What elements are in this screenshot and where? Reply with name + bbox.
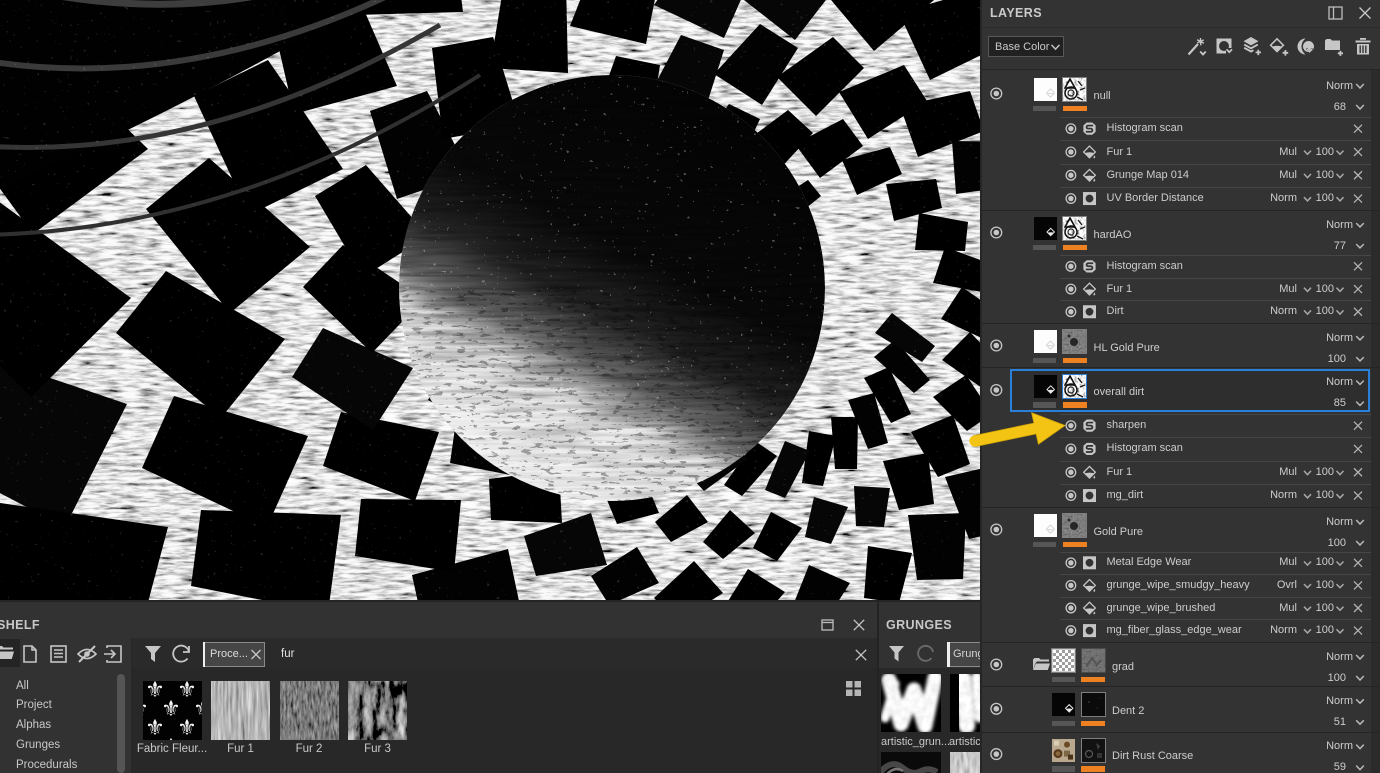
svg-text:⚜: ⚜ — [193, 734, 202, 740]
svg-text:⚜: ⚜ — [143, 734, 149, 740]
svg-text:⚜: ⚜ — [161, 734, 181, 740]
svg-text:⚜: ⚜ — [177, 681, 197, 683]
svg-text:⚜: ⚜ — [145, 681, 165, 683]
